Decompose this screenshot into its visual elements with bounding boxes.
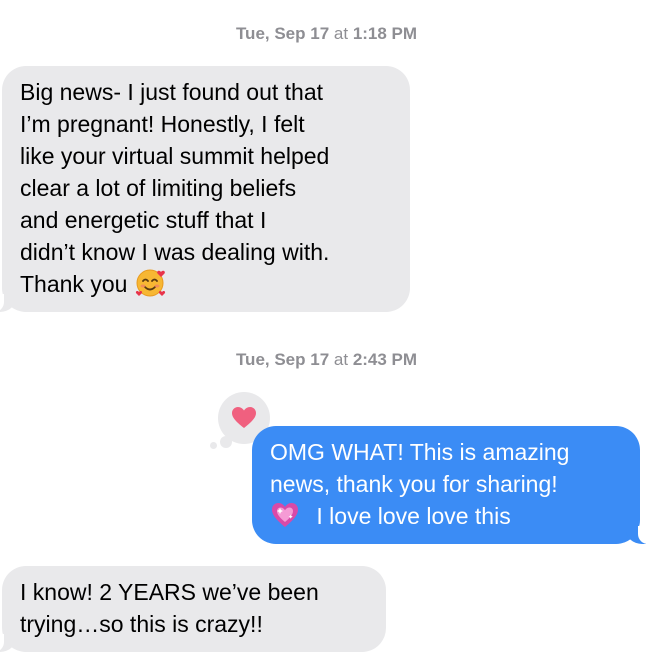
timestamp-at: at xyxy=(333,24,349,43)
message-line: trying…so this is crazy!! xyxy=(20,611,263,637)
timestamp-day: Tue, Sep 17 xyxy=(235,350,330,369)
message-line: and energetic stuff that I xyxy=(20,207,267,233)
bubble-tail xyxy=(0,634,16,652)
timestamp-at: at xyxy=(333,350,349,369)
message-line: OMG WHAT! This is amazing xyxy=(270,439,570,465)
sparkling-heart-icon xyxy=(272,502,298,527)
timestamp: Tue, Sep 17 at 1:18 PM xyxy=(0,24,653,44)
timestamp: Tue, Sep 17 at 2:43 PM xyxy=(0,350,653,370)
message-line: like your virtual summit helped xyxy=(20,143,330,169)
message-line: clear a lot of limiting beliefs xyxy=(20,175,297,201)
message-line: didn’t know I was dealing with. xyxy=(20,239,330,265)
message-thread: Tue, Sep 17 at 1:18 PM Big news- I just … xyxy=(0,0,653,671)
timestamp-time: 2:43 PM xyxy=(352,350,418,369)
smiling-face-with-hearts-icon xyxy=(135,269,165,297)
bubble-tail xyxy=(0,294,16,312)
message-line-last: Thank you xyxy=(20,268,392,300)
timestamp-day: Tue, Sep 17 xyxy=(235,24,330,43)
bubble-tail xyxy=(626,526,650,544)
sent-message-bubble[interactable]: OMG WHAT! This is amazing news, thank yo… xyxy=(252,426,650,544)
message-line: I’m pregnant! Honestly, I felt xyxy=(20,111,305,137)
message-line-text: I love love love this xyxy=(316,503,511,529)
tapback-tail-dot xyxy=(210,442,217,449)
received-message-bubble[interactable]: Big news- I just found out that I’m preg… xyxy=(0,66,410,312)
received-message-bubble[interactable]: I know! 2 YEARS we’ve been trying…so thi… xyxy=(0,566,386,652)
message-line-with-emoji: I love love love this xyxy=(270,500,622,532)
message-line-text: Thank you xyxy=(20,271,128,297)
message-line: I know! 2 YEARS we’ve been xyxy=(20,579,319,605)
message-line: Big news- I just found out that xyxy=(20,79,324,105)
message-line: news, thank you for sharing! xyxy=(270,471,558,497)
timestamp-time: 1:18 PM xyxy=(352,24,418,43)
tapback-tail-dot xyxy=(220,436,232,448)
heart-icon xyxy=(232,407,256,428)
